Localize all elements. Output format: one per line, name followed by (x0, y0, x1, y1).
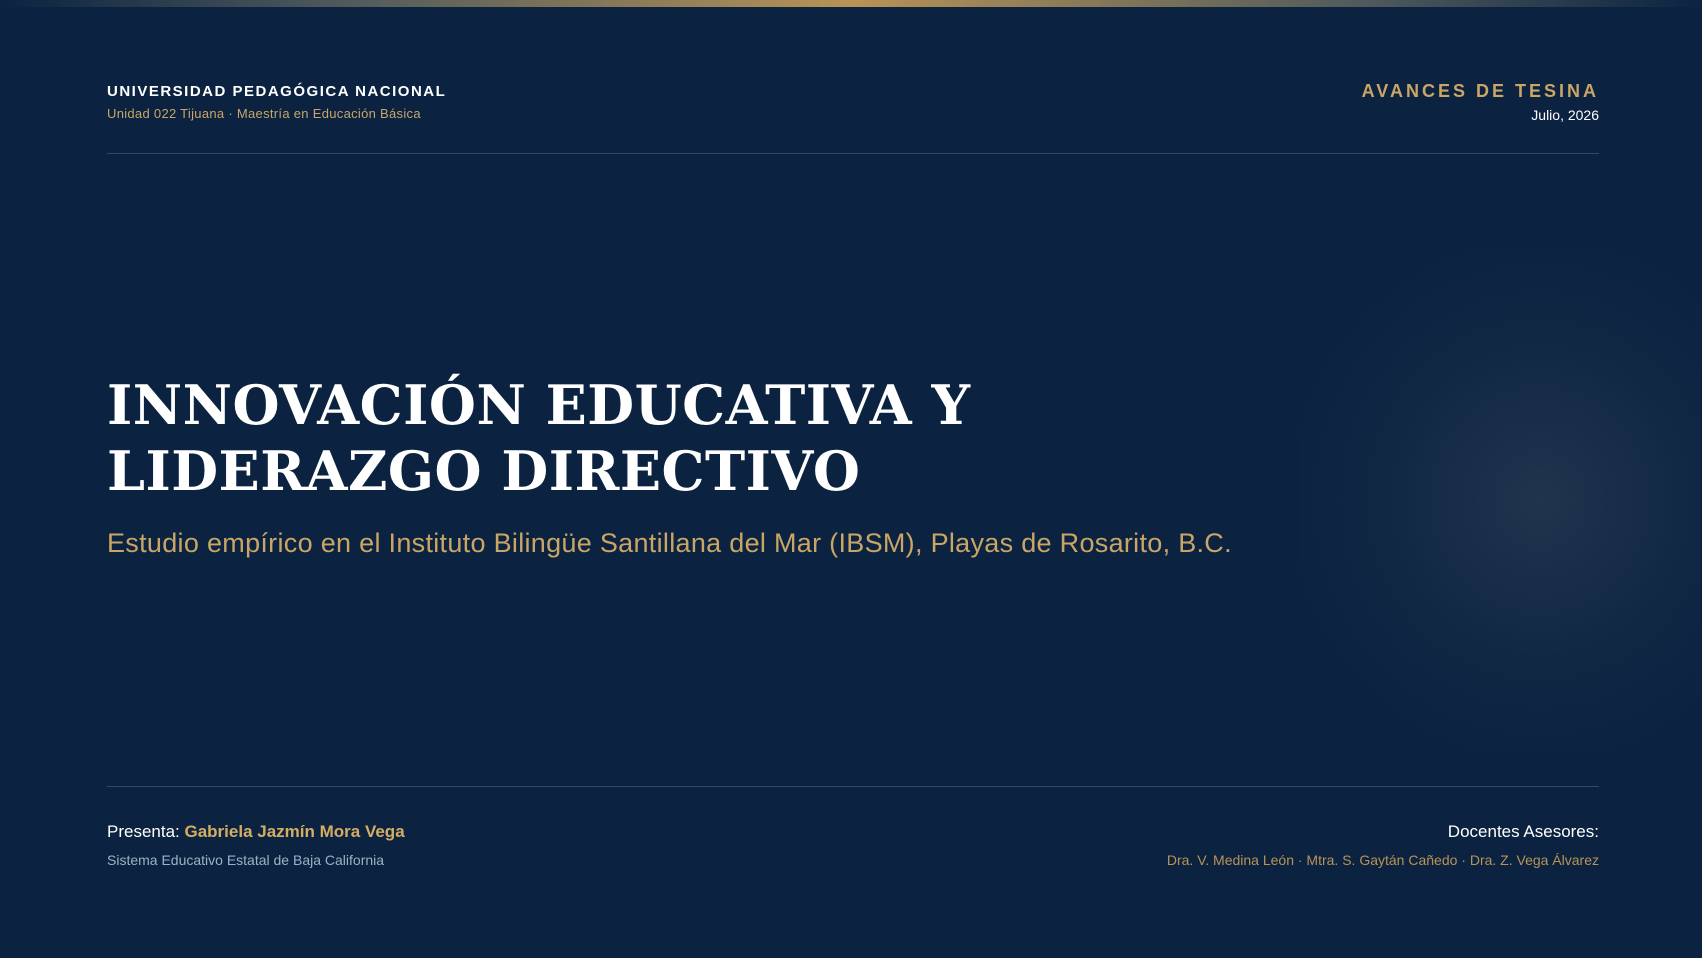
institution-unit: Unidad 022 Tijuana · Maestría en Educaci… (107, 106, 421, 121)
main-title-line-2: LIDERAZGO DIRECTIVO (107, 439, 861, 503)
advisors-block: Docentes Asesores: Dra. V. Medina León ·… (1167, 822, 1599, 868)
main-title-line-1: INNOVACIÓN EDUCATIVA Y (107, 373, 971, 437)
advisors-list: Dra. V. Medina León · Mtra. S. Gaytán Ca… (1166, 852, 1599, 868)
report-title: AVANCES DE TESINA (1361, 81, 1599, 101)
main-title: INNOVACIÓN EDUCATIVA Y LIDERAZGO DIRECTI… (107, 372, 1207, 504)
presenter-block: Presenta: Gabriela Jazmín Mora Vega Sist… (107, 822, 405, 868)
presenter-name: Gabriela Jazmín Mora Vega (184, 822, 405, 841)
institution-name: UNIVERSIDAD PEDAGÓGICA NACIONAL (107, 83, 447, 100)
main-subtitle: Estudio empírico en el Instituto Bilingü… (107, 528, 1232, 558)
header-institution-block: UNIVERSIDAD PEDAGÓGICA NACIONAL Unidad 0… (107, 83, 446, 121)
title-slide: UNIVERSIDAD PEDAGÓGICA NACIONAL Unidad 0… (0, 0, 1706, 960)
gold-accent-bar (0, 0, 1706, 7)
header-report-block: AVANCES DE TESINA Julio, 2026 (1362, 81, 1599, 123)
presenter-line: Presenta: Gabriela Jazmín Mora Vega (107, 822, 405, 842)
header-divider (107, 153, 1599, 154)
report-date: Julio, 2026 (1531, 107, 1599, 123)
presenter-institution: Sistema Educativo Estatal de Baja Califo… (107, 852, 385, 868)
background-glow (1300, 250, 1700, 750)
advisors-label: Docentes Asesores: (1447, 822, 1599, 841)
slide-right-edge (1702, 0, 1706, 960)
footer-divider (107, 786, 1599, 787)
presenter-label: Presenta: (107, 822, 185, 841)
